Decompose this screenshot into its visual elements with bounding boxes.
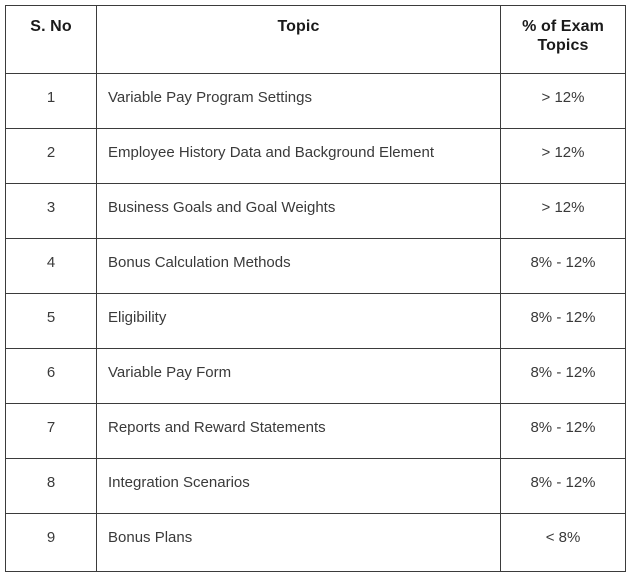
serial-number-value: 3	[46, 199, 56, 216]
cell-serial-number: 8	[5, 458, 97, 514]
column-header-percent-line2: Topics	[537, 37, 589, 54]
table-body: 1 Variable Pay Program Settings > 12% 2 …	[5, 73, 626, 572]
serial-number-value: 7	[46, 419, 56, 436]
table-row: 7 Reports and Reward Statements 8% - 12%	[5, 403, 626, 459]
column-header-percent-line1: % of Exam	[522, 18, 604, 35]
cell-topic: Variable Pay Form	[96, 348, 501, 404]
topic-value: Eligibility	[108, 309, 167, 326]
table-header: S. No Topic % of Exam Topics	[5, 5, 626, 74]
percent-value: 8% - 12%	[530, 309, 596, 326]
percent-value: 8% - 12%	[530, 364, 596, 381]
table-header-row: S. No Topic % of Exam Topics	[5, 5, 626, 74]
topic-value: Employee History Data and Background Ele…	[108, 144, 435, 161]
percent-value: 8% - 12%	[530, 474, 596, 491]
cell-serial-number: 5	[5, 293, 97, 349]
topic-value: Business Goals and Goal Weights	[108, 199, 336, 216]
serial-number-value: 2	[46, 144, 56, 161]
cell-topic: Integration Scenarios	[96, 458, 501, 514]
cell-percent: 8% - 12%	[500, 293, 626, 349]
serial-number-value: 4	[46, 254, 56, 271]
cell-topic: Bonus Calculation Methods	[96, 238, 501, 294]
percent-value: > 12%	[541, 199, 585, 216]
percent-value: 8% - 12%	[530, 419, 596, 436]
column-header-topic: Topic	[96, 5, 501, 74]
topic-value: Bonus Calculation Methods	[108, 254, 291, 271]
cell-percent: < 8%	[500, 513, 626, 572]
cell-serial-number: 6	[5, 348, 97, 404]
cell-topic: Business Goals and Goal Weights	[96, 183, 501, 239]
topic-value: Bonus Plans	[108, 529, 193, 546]
cell-percent: 8% - 12%	[500, 458, 626, 514]
cell-topic: Eligibility	[96, 293, 501, 349]
column-header-topic-label: Topic	[277, 18, 320, 35]
table-row: 1 Variable Pay Program Settings > 12%	[5, 73, 626, 129]
cell-serial-number: 2	[5, 128, 97, 184]
table-row: 6 Variable Pay Form 8% - 12%	[5, 348, 626, 404]
topic-value: Integration Scenarios	[108, 474, 250, 491]
serial-number-value: 5	[46, 309, 56, 326]
cell-serial-number: 7	[5, 403, 97, 459]
serial-number-value: 9	[46, 529, 56, 546]
percent-value: 8% - 12%	[530, 254, 596, 271]
topic-value: Variable Pay Form	[108, 364, 232, 381]
column-header-serial-number: S. No	[5, 5, 97, 74]
column-header-percent-of-exam-topics: % of Exam Topics	[500, 5, 626, 74]
topic-value: Variable Pay Program Settings	[108, 89, 312, 106]
percent-value: > 12%	[541, 89, 585, 106]
table-row: 4 Bonus Calculation Methods 8% - 12%	[5, 238, 626, 294]
cell-topic: Variable Pay Program Settings	[96, 73, 501, 129]
cell-percent: > 12%	[500, 183, 626, 239]
table-row: 9 Bonus Plans < 8%	[5, 513, 626, 572]
cell-percent: 8% - 12%	[500, 238, 626, 294]
serial-number-value: 8	[46, 474, 56, 491]
cell-topic: Bonus Plans	[96, 513, 501, 572]
serial-number-value: 6	[46, 364, 56, 381]
cell-percent: > 12%	[500, 128, 626, 184]
table-row: 2 Employee History Data and Background E…	[5, 128, 626, 184]
cell-topic: Reports and Reward Statements	[96, 403, 501, 459]
percent-value: < 8%	[545, 529, 581, 546]
topic-value: Reports and Reward Statements	[108, 419, 326, 436]
cell-topic: Employee History Data and Background Ele…	[96, 128, 501, 184]
serial-number-value: 1	[46, 89, 56, 106]
percent-value: > 12%	[541, 144, 585, 161]
cell-serial-number: 9	[5, 513, 97, 572]
cell-percent: 8% - 12%	[500, 348, 626, 404]
exam-topics-table: S. No Topic % of Exam Topics 1 Variable …	[5, 5, 626, 572]
cell-percent: 8% - 12%	[500, 403, 626, 459]
table-row: 8 Integration Scenarios 8% - 12%	[5, 458, 626, 514]
table-row: 5 Eligibility 8% - 12%	[5, 293, 626, 349]
cell-serial-number: 3	[5, 183, 97, 239]
table-row: 3 Business Goals and Goal Weights > 12%	[5, 183, 626, 239]
cell-percent: > 12%	[500, 73, 626, 129]
page-root: S. No Topic % of Exam Topics 1 Variable …	[0, 0, 635, 572]
column-header-serial-number-label: S. No	[30, 18, 72, 35]
cell-serial-number: 4	[5, 238, 97, 294]
cell-serial-number: 1	[5, 73, 97, 129]
column-header-percent-wrapper: % of Exam Topics	[501, 6, 625, 55]
